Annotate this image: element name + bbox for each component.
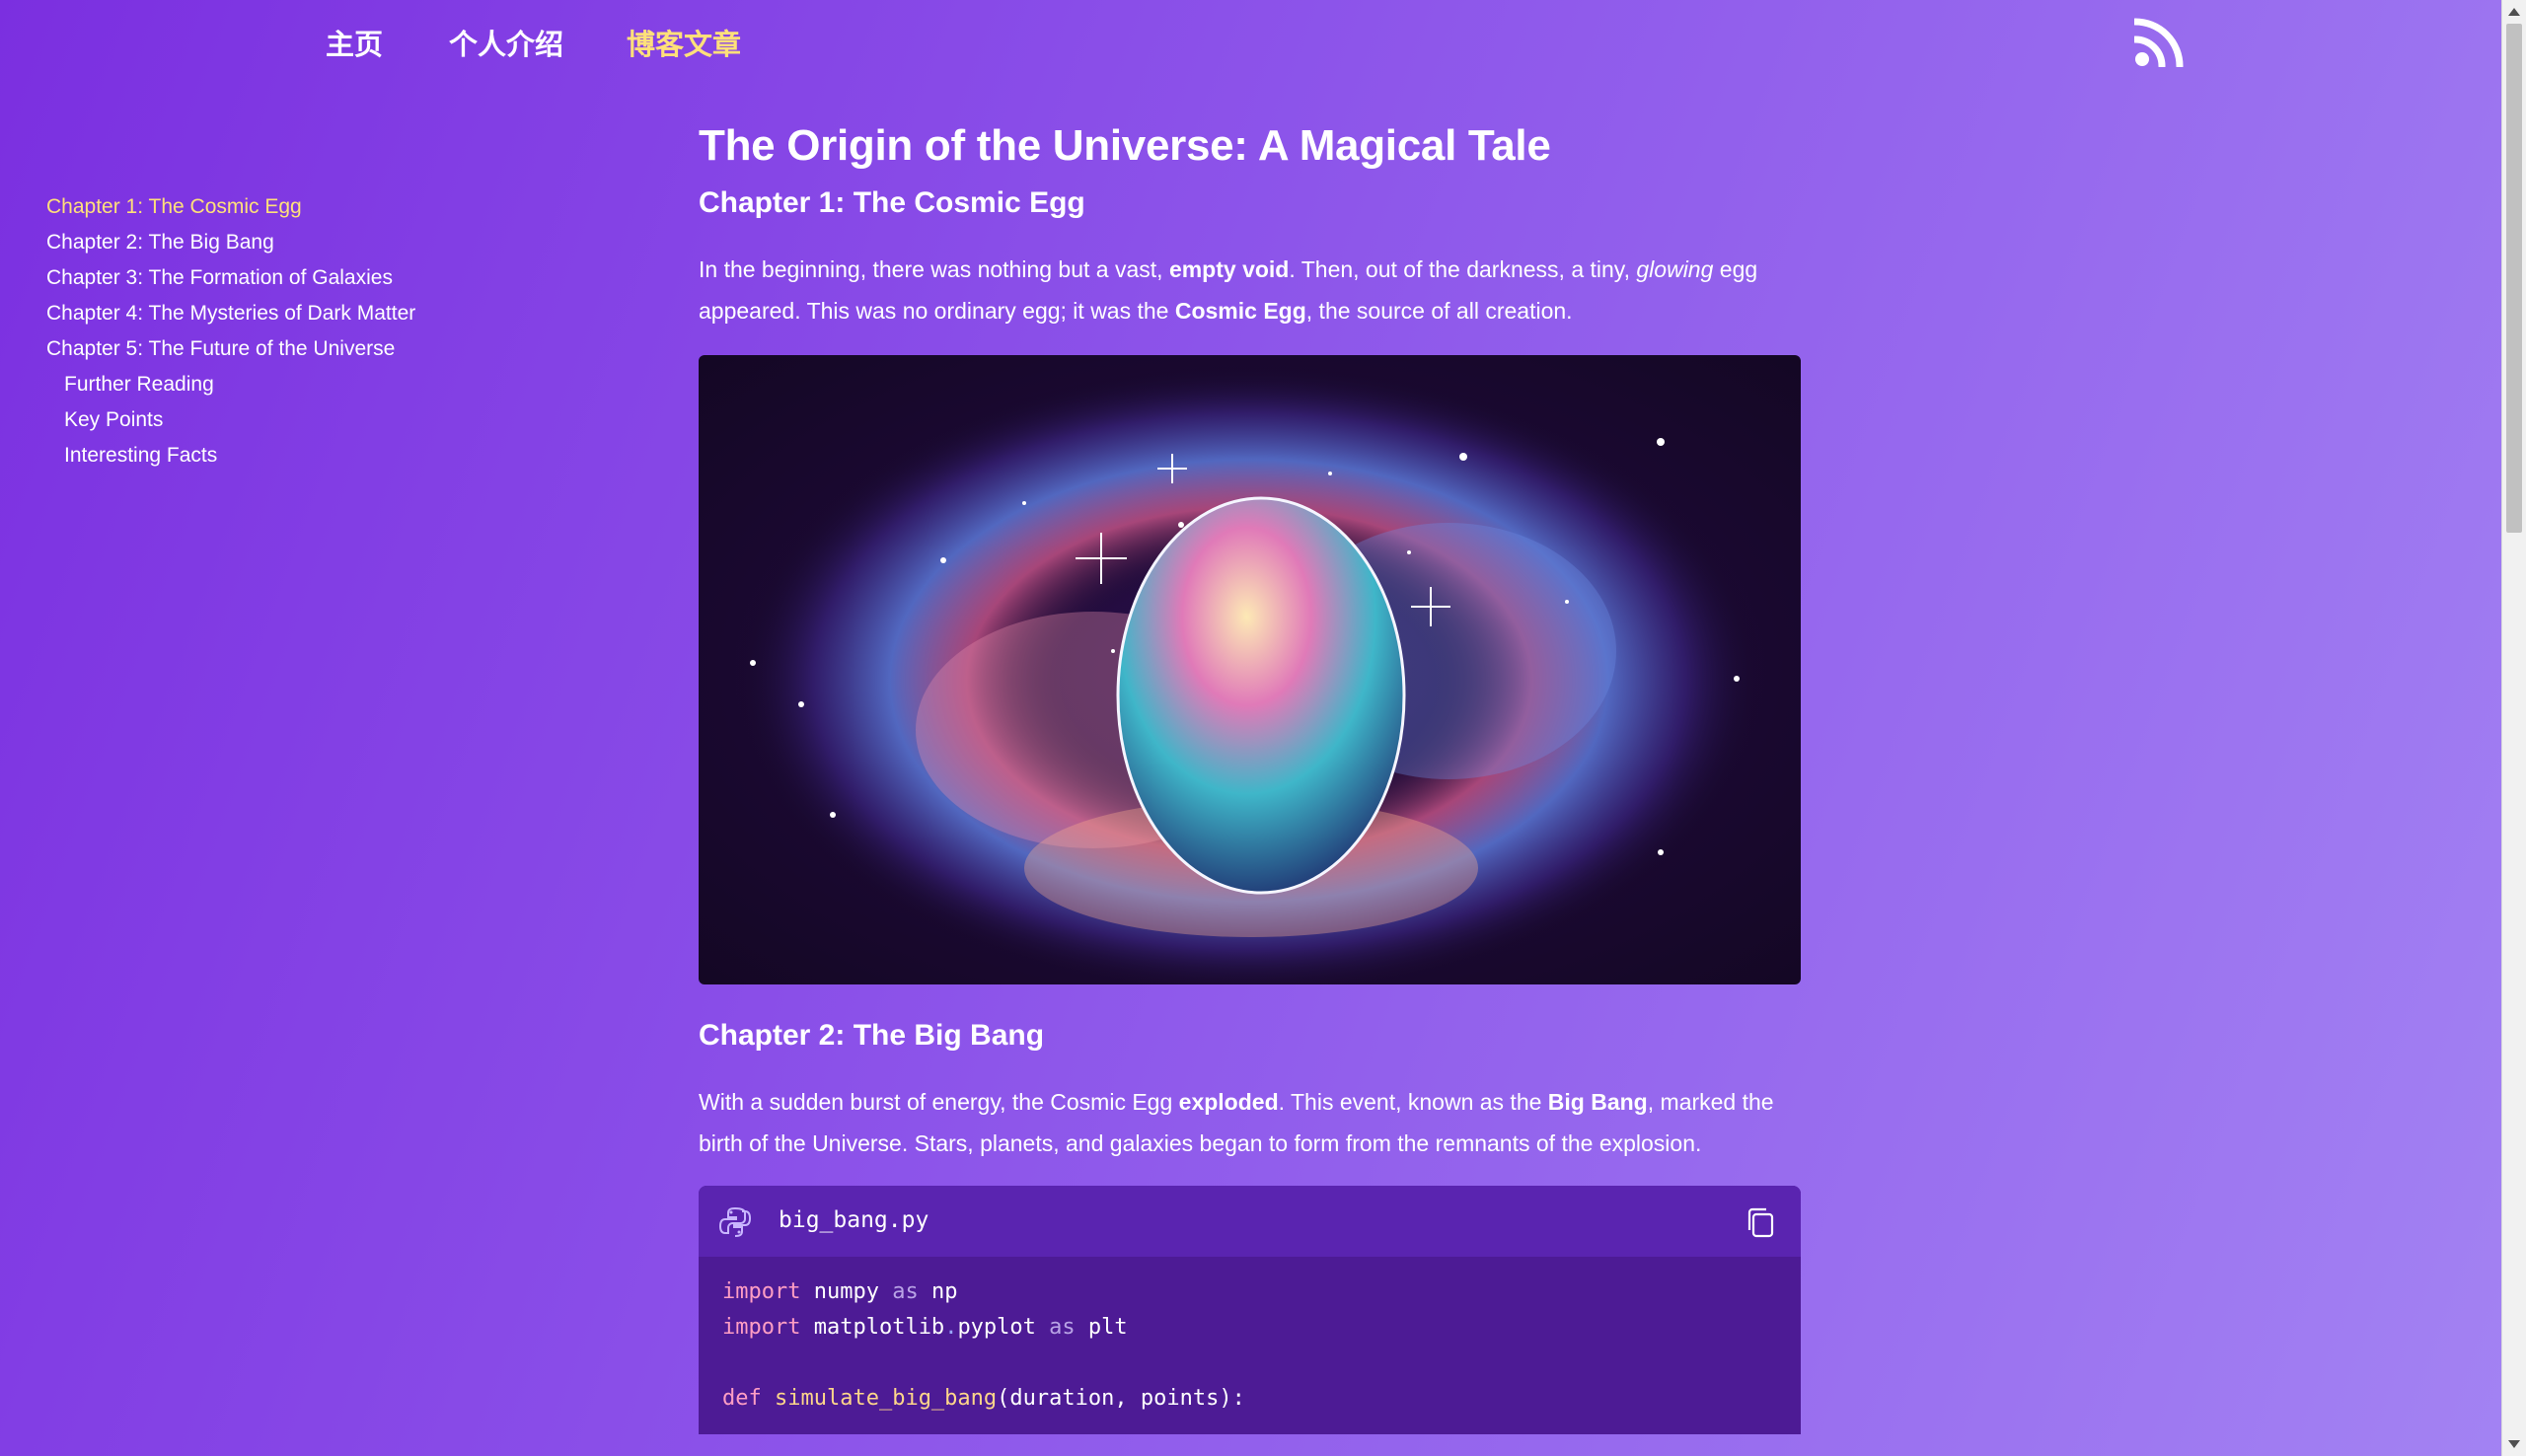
code-body[interactable]: import numpy as np import matplotlib.pyp… xyxy=(699,1257,1801,1434)
toc-item-chapter-2[interactable]: Chapter 2: The Big Bang xyxy=(46,225,638,260)
rss-icon[interactable] xyxy=(2134,16,2186,67)
toc-item-further-reading[interactable]: Further Reading xyxy=(46,367,638,402)
scroll-thumb[interactable] xyxy=(2506,24,2522,533)
cosmic-egg-illustration xyxy=(736,365,1762,984)
toc-item-interesting-facts[interactable]: Interesting Facts xyxy=(46,438,638,473)
toc-item-chapter-3[interactable]: Chapter 3: The Formation of Galaxies xyxy=(46,260,638,296)
scroll-up-arrow-icon[interactable] xyxy=(2508,8,2520,16)
toc-item-chapter-5[interactable]: Chapter 5: The Future of the Universe xyxy=(46,331,638,367)
toc-item-chapter-4[interactable]: Chapter 4: The Mysteries of Dark Matter xyxy=(46,296,638,331)
toc-item-key-points[interactable]: Key Points xyxy=(46,402,638,438)
python-icon xyxy=(718,1206,752,1237)
chapter-1-paragraph: In the beginning, there was nothing but … xyxy=(699,256,1758,324)
table-of-contents: Chapter 1: The Cosmic Egg Chapter 2: The… xyxy=(46,189,638,473)
toc-item-chapter-1[interactable]: Chapter 1: The Cosmic Egg xyxy=(46,189,638,225)
top-nav: 主页 个人介绍 博客文章 xyxy=(0,0,2501,84)
chapter-2-heading: Chapter 2: The Big Bang xyxy=(699,1019,1045,1052)
scroll-down-arrow-icon[interactable] xyxy=(2508,1440,2520,1448)
nav-link-blog[interactable]: 博客文章 xyxy=(627,22,741,63)
chapter-2-paragraph: With a sudden burst of energy, the Cosmi… xyxy=(699,1089,1774,1156)
code-line: def simulate_big_bang(duration, points): xyxy=(722,1386,1245,1411)
code-filename: big_bang.py xyxy=(779,1207,929,1233)
article: The Origin of the Universe: A Magical Ta… xyxy=(699,116,1802,1434)
code-line: import numpy as np xyxy=(722,1279,958,1304)
chapter-1-heading: Chapter 1: The Cosmic Egg xyxy=(699,186,1085,219)
article-title: The Origin of the Universe: A Magical Ta… xyxy=(699,121,1551,170)
code-block: big_bang.py import numpy as np import ma… xyxy=(699,1186,1801,1434)
cosmic-egg-image xyxy=(699,355,1801,984)
code-line: import matplotlib.pyplot as plt xyxy=(722,1315,1128,1340)
nav-link-about[interactable]: 个人介绍 xyxy=(449,22,563,63)
code-block-header: big_bang.py xyxy=(699,1186,1801,1257)
page-scrollbar[interactable] xyxy=(2501,0,2526,1456)
nav-link-home[interactable]: 主页 xyxy=(326,22,383,63)
copy-icon[interactable] xyxy=(1744,1205,1777,1239)
